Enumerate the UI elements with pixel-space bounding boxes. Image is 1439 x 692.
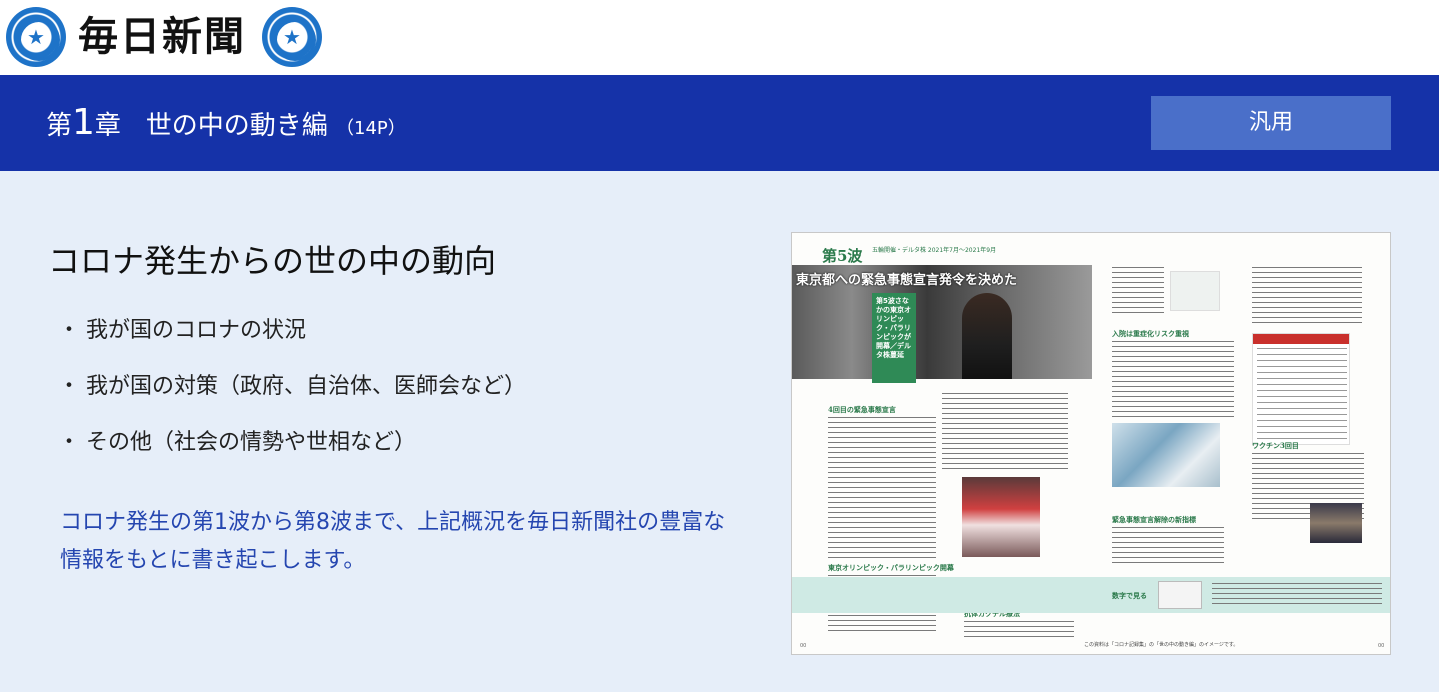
logo-text[interactable]: 毎日新聞 bbox=[78, 8, 246, 66]
subhead: 4回目の緊急事態宣言 bbox=[828, 405, 896, 414]
list-item: ・その他（社会の情勢や世相など） bbox=[58, 424, 526, 480]
chapter-name: 世の中の動き編 bbox=[145, 111, 328, 141]
article-text-block bbox=[964, 621, 1074, 639]
mainichi-emblem-icon bbox=[262, 7, 322, 67]
table-rows bbox=[1257, 348, 1347, 442]
chapter-suffix: 章 bbox=[94, 111, 121, 141]
subhead: ワクチン3回目 bbox=[1252, 441, 1299, 450]
page-number-right: 00 bbox=[1378, 643, 1385, 649]
wave-period: 五輪開催・デルタ株 2021年7月〜2021年9月 bbox=[872, 247, 997, 254]
press-conference-photo bbox=[1310, 503, 1362, 543]
person-photo-figure bbox=[962, 293, 1012, 379]
chapter-bar: 第1章 世の中の動き編 （14P） 汎用 bbox=[0, 75, 1439, 171]
subhead: 入院は重症化リスク重視 bbox=[1112, 329, 1189, 338]
site-header: 毎日新聞 bbox=[0, 0, 1439, 75]
article-text-block bbox=[1212, 583, 1382, 607]
numbers-photo bbox=[1158, 581, 1202, 609]
bullet-mark: ・ bbox=[58, 318, 81, 343]
wave-label: 第5波 bbox=[822, 247, 863, 265]
olympics-photo bbox=[962, 477, 1040, 557]
general-purpose-tag-button[interactable]: 汎用 bbox=[1151, 96, 1391, 150]
article-text-block bbox=[1112, 341, 1234, 417]
article-text-block bbox=[1112, 527, 1224, 563]
list-item-label: その他（社会の情勢や世相など） bbox=[86, 430, 417, 455]
list-item: ・我が国の対策（政府、自治体、医師会など） bbox=[58, 368, 526, 424]
bullet-mark: ・ bbox=[58, 374, 81, 399]
article-text-block bbox=[1112, 267, 1164, 315]
section-title: コロナ発生からの世の中の動向 bbox=[48, 242, 497, 280]
chapter-prefix: 第 bbox=[46, 111, 73, 141]
subhead: 東京オリンピック・パラリンピック開幕 bbox=[828, 563, 954, 572]
bullet-mark: ・ bbox=[58, 430, 81, 455]
spread-footnote: この資料は「コロナ記録集」の「世の中の動き編」のイメージです。 bbox=[1084, 642, 1239, 648]
magazine-spread-preview: 第5波 五輪開催・デルタ株 2021年7月〜2021年9月 東京都への緊急事態宣… bbox=[791, 232, 1391, 655]
subhead: 緊急事態宣言解除の新指標 bbox=[1112, 515, 1196, 524]
article-text-block bbox=[828, 417, 936, 559]
mainichi-emblem-icon bbox=[6, 7, 66, 67]
list-item-label: 我が国の対策（政府、自治体、医師会など） bbox=[86, 374, 527, 399]
chapter-title: 第1章 世の中の動き編 （14P） bbox=[46, 101, 406, 145]
test-kit-photo bbox=[1170, 271, 1220, 311]
subhead: 数字で見る bbox=[1112, 591, 1147, 600]
topic-list: ・我が国のコロナの状況 ・我が国の対策（政府、自治体、医師会など） ・その他（社… bbox=[58, 312, 526, 480]
list-item-label: 我が国のコロナの状況 bbox=[86, 318, 307, 343]
spread-headline: 東京都への緊急事態宣言発令を決めた bbox=[796, 273, 1018, 288]
medical-staff-photo bbox=[1112, 423, 1220, 487]
table-header-band bbox=[1253, 334, 1349, 344]
data-table-image bbox=[1252, 333, 1350, 445]
summary-text: コロナ発生の第1波から第8波まで、上記概況を毎日新聞社の豊富な情報をもとに書き起… bbox=[60, 510, 726, 573]
numbers-band: 数字で見る bbox=[792, 577, 1390, 613]
article-text-block bbox=[942, 393, 1068, 473]
page-number-left: 00 bbox=[800, 643, 807, 649]
chapter-pages: （14P） bbox=[336, 118, 406, 139]
chapter-number: 1 bbox=[72, 102, 95, 143]
article-text-block bbox=[1252, 267, 1362, 327]
vertical-green-box: 第5波さなかの東京オリンピック・パラリンピックが開幕／デルタ株蔓延 bbox=[872, 293, 916, 383]
list-item: ・我が国のコロナの状況 bbox=[58, 312, 526, 368]
